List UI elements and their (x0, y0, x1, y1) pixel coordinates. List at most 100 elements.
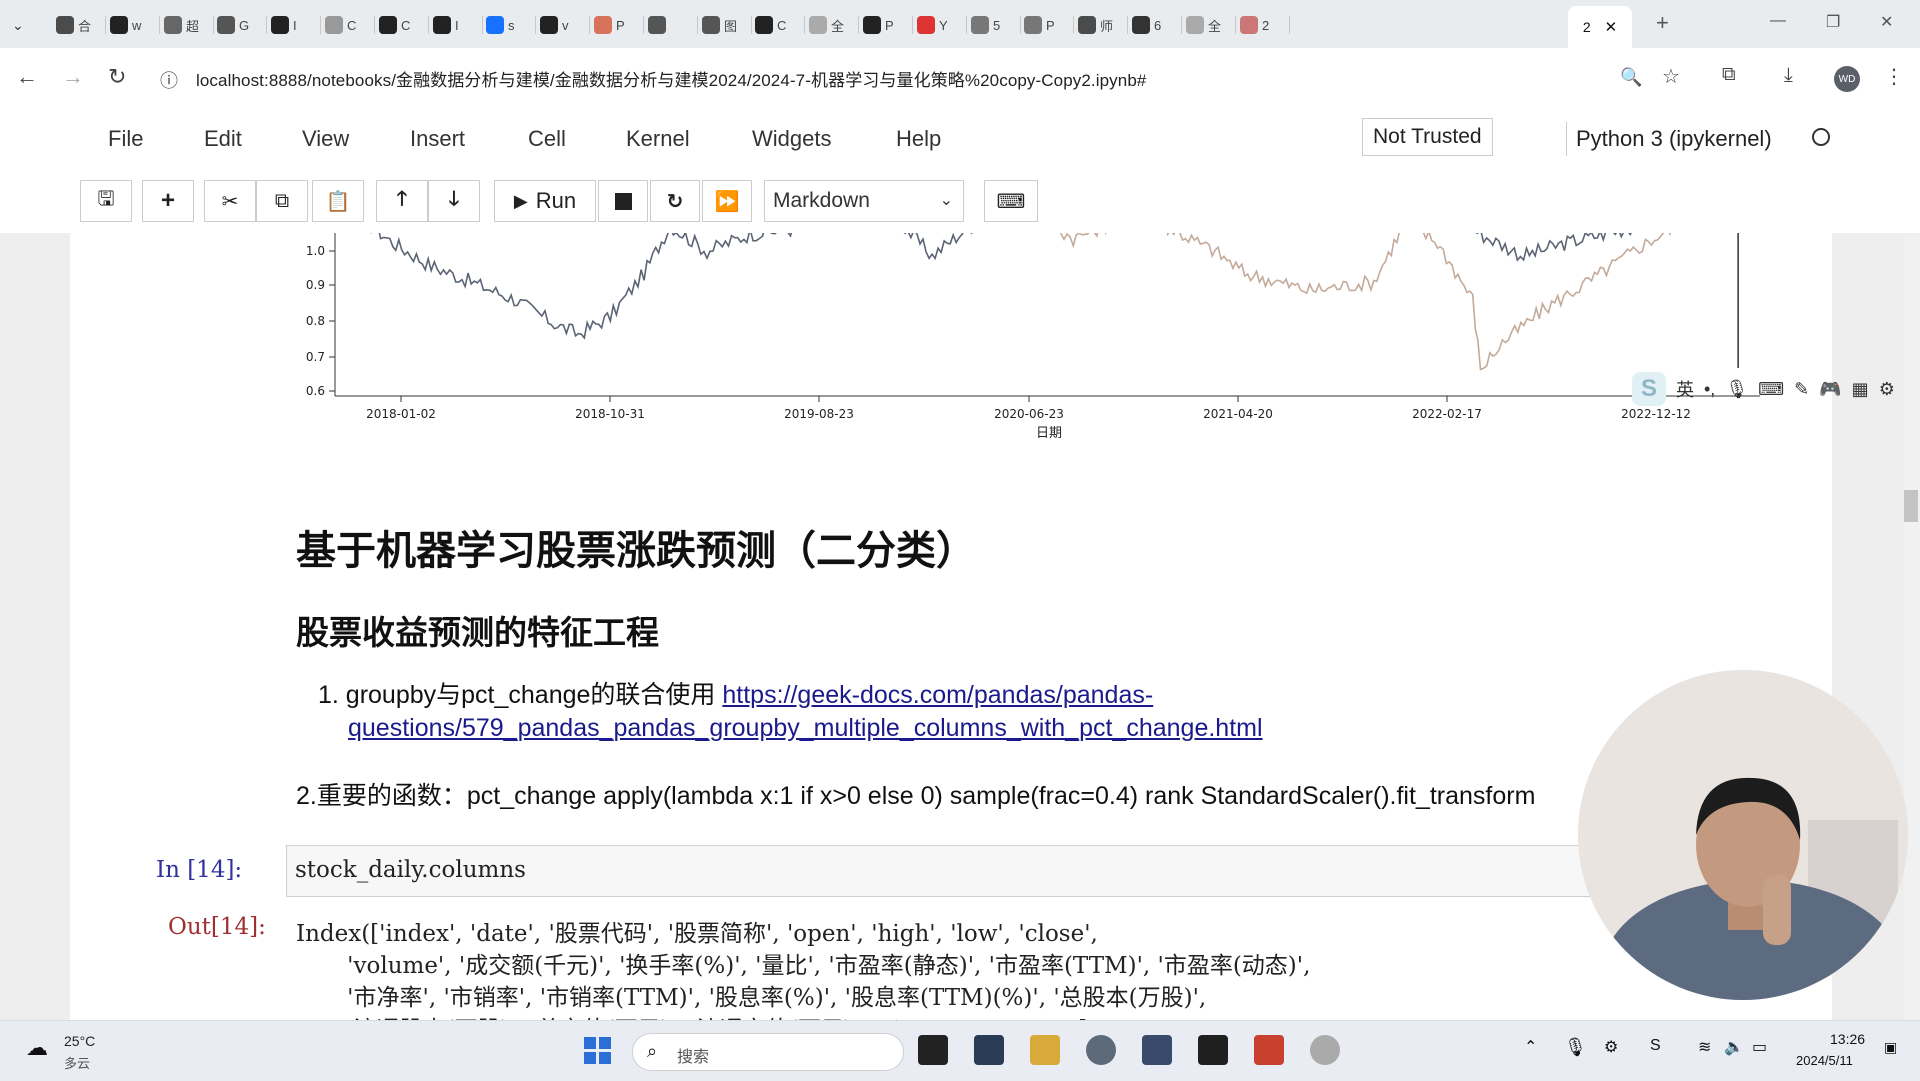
punctuation-icon[interactable]: •, (1704, 379, 1715, 400)
run-all-button[interactable]: ⏩ (702, 180, 752, 222)
tray-ime-icon[interactable]: S (1650, 1037, 1661, 1055)
ime-language[interactable]: 英 (1676, 376, 1694, 402)
tab[interactable]: C (325, 10, 375, 40)
command-palette-button[interactable]: ⌨ (984, 180, 1038, 222)
tab[interactable]: C (755, 10, 805, 40)
code-cell[interactable]: stock_daily.columns (286, 845, 1636, 897)
menu-insert[interactable]: Insert (410, 126, 465, 152)
code-text[interactable]: stock_daily.columns (295, 857, 526, 883)
tab[interactable]: P (1024, 10, 1074, 40)
menu-edit[interactable]: Edit (204, 126, 242, 152)
microphone-icon[interactable]: 🎙 (1725, 379, 1748, 400)
tab[interactable]: Y (917, 10, 967, 40)
cell-type-select[interactable]: Markdown ⌄ (764, 180, 964, 222)
url-input[interactable]: localhost:8888/notebooks/金融数据分析与建模/金融数据分… (196, 66, 1146, 91)
maximize-icon[interactable]: ❐ (1826, 12, 1840, 32)
apps-grid-icon[interactable]: ▦ (1852, 379, 1869, 400)
app-icon[interactable] (1310, 1035, 1340, 1065)
tab[interactable]: v (540, 10, 590, 40)
settings-gear-icon[interactable]: ⚙ (1879, 379, 1895, 400)
trust-status-button[interactable]: Not Trusted (1362, 118, 1493, 156)
tab[interactable]: 全 (809, 10, 859, 40)
app-icon[interactable] (1142, 1035, 1172, 1065)
app-terminal-icon[interactable] (918, 1035, 948, 1065)
tab[interactable] (648, 10, 698, 40)
back-arrow-icon[interactable]: ← (16, 64, 38, 90)
menu-kernel[interactable]: Kernel (626, 126, 690, 152)
y-tick-label: 0.7 (306, 350, 325, 364)
tray-app-icon[interactable]: ⚙ (1604, 1037, 1618, 1057)
tab[interactable]: P (594, 10, 644, 40)
tab[interactable]: w (110, 10, 160, 40)
taskbar-search[interactable]: ⌕ 搜索 (632, 1033, 904, 1071)
tab[interactable]: 超 (164, 10, 214, 40)
tab[interactable]: s (486, 10, 536, 40)
browser-icon[interactable] (1086, 1035, 1116, 1065)
doc-link[interactable]: https://geek-docs.com/pandas/pandas- (722, 681, 1153, 709)
tab[interactable]: 合 (56, 10, 106, 40)
reload-icon[interactable]: ↻ (108, 64, 126, 90)
extensions-icon[interactable]: ⧉ (1722, 64, 1736, 86)
tab[interactable]: C (379, 10, 429, 40)
tab[interactable]: I (433, 10, 483, 40)
tab[interactable]: P (863, 10, 913, 40)
tab[interactable]: 图 (702, 10, 752, 40)
sogou-logo-icon[interactable]: S (1632, 372, 1666, 406)
profile-avatar[interactable]: WD (1834, 66, 1860, 92)
bookmark-star-icon[interactable]: ☆ (1662, 64, 1680, 89)
menu-widgets[interactable]: Widgets (752, 126, 831, 152)
zoom-icon[interactable]: 🔍 (1620, 67, 1642, 88)
volume-icon[interactable]: 🔈 (1724, 1037, 1744, 1057)
wifi-icon[interactable]: ≋ (1698, 1037, 1711, 1057)
file-explorer-icon[interactable] (1030, 1035, 1060, 1065)
menu-cell[interactable]: Cell (528, 126, 566, 152)
move-down-button[interactable]: 🡓 (428, 180, 480, 222)
copy-button[interactable]: ⧉ (256, 180, 308, 222)
microphone-icon[interactable]: 🎙 (1564, 1037, 1587, 1058)
keyboard-icon[interactable]: ⌨ (1758, 379, 1784, 400)
battery-icon[interactable]: ▭ (1752, 1037, 1767, 1057)
game-icon[interactable]: 🎮 (1819, 379, 1841, 400)
minimize-icon[interactable]: — (1770, 12, 1786, 30)
console-icon[interactable] (1198, 1035, 1228, 1065)
tab[interactable]: 2 (1240, 10, 1290, 40)
menu-view[interactable]: View (302, 126, 349, 152)
close-icon[interactable]: ✕ (1605, 18, 1618, 36)
app-monitor-icon[interactable] (974, 1035, 1004, 1065)
menu-file[interactable]: File (108, 126, 143, 152)
notification-icon[interactable]: ▣ (1884, 1039, 1897, 1056)
tab[interactable]: 6 (1132, 10, 1182, 40)
move-up-button[interactable]: 🡑 (376, 180, 428, 222)
restart-button[interactable]: ↻ (650, 180, 700, 222)
save-button[interactable]: 🖫 (80, 180, 132, 222)
skin-icon[interactable]: ✎ (1794, 379, 1809, 400)
scrollbar-thumb[interactable] (1904, 490, 1918, 522)
paste-button[interactable]: 📋 (312, 180, 364, 222)
run-button[interactable]: ▶ Run (494, 180, 596, 222)
browser-menu-icon[interactable]: ⋮ (1884, 64, 1904, 89)
start-button[interactable] (584, 1037, 611, 1064)
tab[interactable]: G (217, 10, 267, 40)
chevron-up-icon[interactable]: ⌃ (1524, 1037, 1537, 1057)
interrupt-button[interactable] (598, 180, 648, 222)
page-scrollbar[interactable] (1904, 233, 1920, 1020)
menu-help[interactable]: Help (896, 126, 941, 152)
site-info-icon[interactable]: ⓘ (160, 67, 178, 93)
tab[interactable]: I (271, 10, 321, 40)
tab-active[interactable]: 2 ✕ (1568, 6, 1632, 48)
doc-link-cont[interactable]: questions/579_pandas_pandas_groupby_mult… (348, 714, 1263, 742)
tab[interactable]: 5 (971, 10, 1021, 40)
clock-date[interactable]: 2024/5/11 (1796, 1053, 1853, 1068)
tab[interactable]: 师 (1078, 10, 1128, 40)
tab-list-button[interactable]: ⌄ (12, 10, 38, 40)
insert-cell-button[interactable]: + (142, 180, 194, 222)
wps-icon[interactable] (1254, 1035, 1284, 1065)
close-window-icon[interactable]: ✕ (1880, 12, 1893, 32)
tab[interactable]: 全 (1186, 10, 1236, 40)
clock-time[interactable]: 13:26 (1830, 1031, 1865, 1047)
new-tab-button[interactable]: + (1656, 10, 1669, 36)
download-icon[interactable]: ⤓ (1784, 64, 1793, 87)
cut-button[interactable]: ✂ (204, 180, 256, 222)
forward-arrow-icon[interactable]: → (62, 64, 84, 90)
weather-icon[interactable]: ☁ (26, 1035, 48, 1061)
